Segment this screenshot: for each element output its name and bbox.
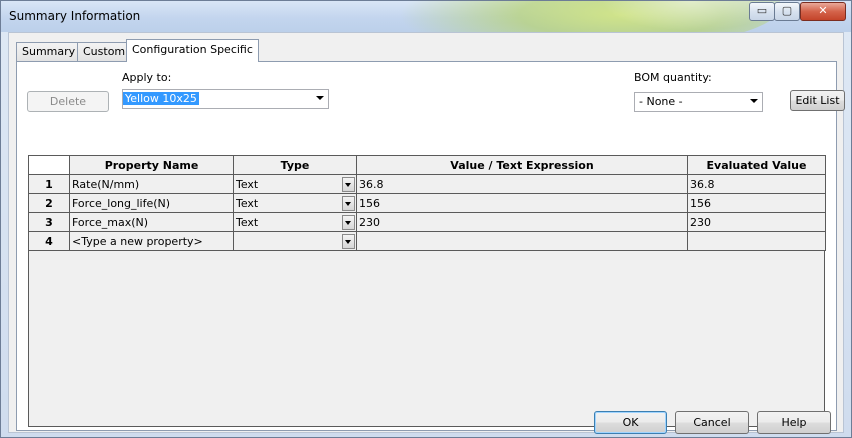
- evaluated-value-cell: 156: [687, 193, 826, 213]
- properties-table: Property Name Type Value / Text Expressi…: [28, 155, 826, 251]
- value-expression-cell[interactable]: 156: [356, 193, 688, 213]
- type-cell[interactable]: Text: [233, 193, 357, 213]
- minimize-icon: ▭: [756, 4, 768, 17]
- type-value: Text: [236, 215, 259, 229]
- maximize-icon: ▢: [781, 4, 793, 17]
- evaluated-value-cell: [687, 231, 826, 251]
- row-number[interactable]: 1: [28, 174, 70, 194]
- type-value: Text: [236, 196, 259, 210]
- type-cell[interactable]: [233, 231, 357, 251]
- edit-list-button[interactable]: Edit List: [790, 90, 845, 111]
- type-cell[interactable]: Text: [233, 212, 357, 232]
- apply-to-dropdown[interactable]: Yellow 10x25: [122, 89, 329, 109]
- apply-to-label: Apply to:: [122, 71, 172, 84]
- value-expression-cell[interactable]: 230: [356, 212, 688, 232]
- table-header-row: Property Name Type Value / Text Expressi…: [28, 155, 826, 175]
- type-value: Text: [236, 177, 259, 191]
- bom-quantity-selected-value: - None -: [639, 95, 683, 108]
- configuration-specific-panel: Apply to: Delete Yellow 10x25 BOM quanti…: [16, 61, 845, 431]
- dropdown-arrow-icon[interactable]: [342, 177, 355, 192]
- chevron-down-icon: [750, 99, 758, 103]
- minimize-button[interactable]: ▭: [749, 2, 775, 21]
- window-title: Summary Information: [9, 9, 141, 23]
- bom-quantity-label: BOM quantity:: [634, 71, 712, 84]
- tab-custom[interactable]: Custom: [77, 42, 132, 61]
- type-cell[interactable]: Text: [233, 174, 357, 194]
- value-expression-cell[interactable]: 36.8: [356, 174, 688, 194]
- ok-button[interactable]: OK: [594, 411, 667, 434]
- apply-to-selected-value: Yellow 10x25: [123, 92, 199, 105]
- row-number[interactable]: 2: [28, 193, 70, 213]
- cancel-button[interactable]: Cancel: [675, 411, 749, 434]
- property-name-cell[interactable]: Force_max(N): [69, 212, 234, 232]
- title-bar[interactable]: Summary Information ▭ ▢ ✕: [1, 1, 851, 32]
- dropdown-arrow-icon[interactable]: [342, 234, 355, 249]
- bom-quantity-dropdown[interactable]: - None -: [634, 92, 763, 112]
- dropdown-arrow-icon[interactable]: [342, 196, 355, 211]
- close-icon: ✕: [818, 4, 828, 17]
- evaluated-value-cell: 230: [687, 212, 826, 232]
- new-property-name-cell[interactable]: <Type a new property>: [69, 231, 234, 251]
- dialog-client-area: Summary Custom Configuration Specific Ap…: [8, 32, 845, 434]
- property-name-cell[interactable]: Rate(N/mm): [69, 174, 234, 194]
- table-row: 1 Rate(N/mm) Text 36.8 36.8: [28, 174, 826, 194]
- table-row: 2 Force_long_life(N) Text 156 156: [28, 193, 826, 213]
- table-row: 3 Force_max(N) Text 230 230: [28, 212, 826, 232]
- column-header-evaluated-value[interactable]: Evaluated Value: [687, 155, 826, 175]
- column-header-type[interactable]: Type: [233, 155, 357, 175]
- table-corner-cell[interactable]: [28, 155, 70, 175]
- maximize-button[interactable]: ▢: [774, 2, 800, 21]
- column-header-property-name[interactable]: Property Name: [69, 155, 234, 175]
- row-number[interactable]: 4: [28, 231, 70, 251]
- tab-configuration-specific[interactable]: Configuration Specific: [126, 39, 259, 62]
- help-button[interactable]: Help: [757, 411, 831, 434]
- property-name-cell[interactable]: Force_long_life(N): [69, 193, 234, 213]
- delete-button[interactable]: Delete: [27, 91, 109, 112]
- value-expression-cell[interactable]: [356, 231, 688, 251]
- dropdown-arrow-icon[interactable]: [342, 215, 355, 230]
- row-number[interactable]: 3: [28, 212, 70, 232]
- tab-summary[interactable]: Summary: [16, 42, 82, 61]
- chevron-down-icon: [316, 96, 324, 100]
- column-header-value-text-expression[interactable]: Value / Text Expression: [356, 155, 688, 175]
- close-button[interactable]: ✕: [800, 2, 846, 21]
- summary-information-dialog: Summary Information ▭ ▢ ✕ Summary Custom…: [0, 0, 852, 438]
- evaluated-value-cell: 36.8: [687, 174, 826, 194]
- table-row-new-property: 4 <Type a new property>: [28, 231, 826, 251]
